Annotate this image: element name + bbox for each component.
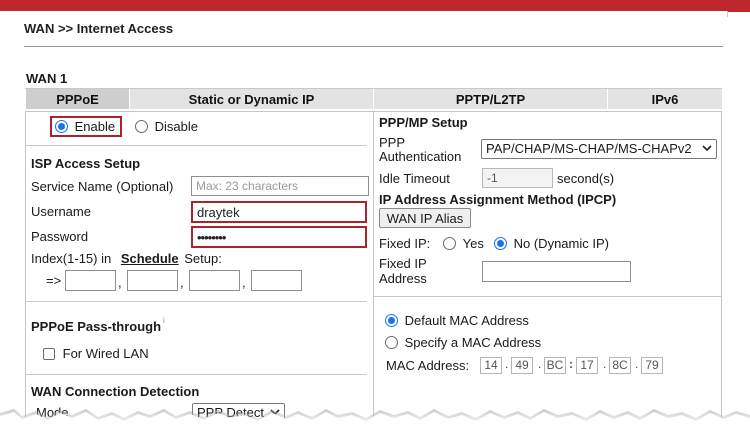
mac-octet-6[interactable]: 79 [641,357,663,374]
wcd-heading: WAN Connection Detection [31,384,200,399]
enable-label: Enable [74,119,116,134]
passthrough-heading: PPPoE Pass-through [31,319,162,334]
fixed-ip-yes-radio[interactable] [443,237,456,250]
section-title: WAN 1 [26,71,68,86]
mac-separator-3: : [569,357,573,371]
left-divider-2 [26,301,367,302]
wired-lan-option[interactable]: For Wired LAN [43,346,149,361]
fixed-ip-address-input[interactable] [482,261,631,282]
disable-radio-group[interactable]: Disable [135,119,198,134]
fixed-ip-address-label-line2: Address [379,271,427,286]
title-divider [24,46,723,47]
left-divider-3 [26,374,367,375]
username-input[interactable]: draytek [191,201,367,223]
specify-mac-option[interactable]: Specify a MAC Address [385,335,541,350]
auth-label-line1: PPP [379,135,406,150]
index-row: Index(1-15) in Schedule Setup: [31,251,222,266]
page-title: WAN >> Internet Access [24,21,174,36]
fixed-ip-no-radio[interactable] [494,237,507,250]
column-divider [373,112,374,438]
mac-octet-4[interactable]: 17 [576,357,598,374]
index-arrow: => [46,273,62,288]
idle-timeout-unit: second(s) [557,171,615,186]
disable-radio[interactable] [135,120,148,133]
service-name-label: Service Name (Optional) [31,179,174,194]
auth-label-line2: Authentication [379,149,462,164]
enable-radio[interactable] [55,120,68,133]
fixed-ip-no-option[interactable]: No (Dynamic IP) [494,236,609,251]
schedule-index-4[interactable] [251,270,302,291]
auth-select-value: PAP/CHAP/MS-CHAP/MS-CHAPv2 [486,141,692,156]
fixed-ip-yes-label: Yes [462,236,484,251]
schedule-index-3[interactable] [189,270,240,291]
default-mac-option[interactable]: Default MAC Address [385,313,529,328]
comma-2: , [180,275,184,290]
torn-edge [0,409,750,438]
mac-octet-3[interactable]: BC [544,357,566,374]
specify-mac-label: Specify a MAC Address [404,335,542,350]
fixed-ip-yes-option[interactable]: Yes [443,236,484,251]
schedule-link[interactable]: Schedule [121,251,179,266]
mac-octet-5[interactable]: 8C [609,357,631,374]
specify-mac-radio[interactable] [385,336,398,349]
mac-separator-2: . [538,357,542,371]
fixed-ip-no-label: No (Dynamic IP) [513,236,609,251]
index-prefix: Index(1-15) in [31,251,112,266]
auth-select[interactable]: PAP/CHAP/MS-CHAP/MS-CHAPv2 [481,139,717,159]
wired-lan-label: For Wired LAN [62,346,149,361]
service-name-input[interactable]: Max: 23 characters [191,176,369,196]
schedule-index-2[interactable] [127,270,178,291]
mac-separator-1: . [505,357,509,371]
pppmp-heading: PPP/MP Setup [379,115,468,130]
username-label: Username [31,204,91,219]
default-mac-radio[interactable] [385,314,398,327]
schedule-index-1[interactable] [65,270,116,291]
password-input[interactable]: •••••••• [191,226,367,248]
mac-octet-1[interactable]: 14 [480,357,502,374]
tab-pptp-l2tp[interactable]: PPTP/L2TP [373,89,607,109]
comma-3: , [242,275,246,290]
mac-separator-4: . [603,357,607,371]
comma-1: , [118,275,122,290]
tab-pppoe[interactable]: PPPoE [25,89,129,109]
right-divider [374,296,721,297]
default-mac-label: Default MAC Address [404,313,529,328]
chevron-down-icon [702,145,712,152]
top-bar-inner [0,11,728,17]
tab-ipv6[interactable]: IPv6 [607,89,722,109]
fixed-ip-address-label-line1: Fixed IP [379,256,427,271]
password-label: Password [31,229,89,244]
wired-lan-checkbox[interactable] [43,348,55,360]
wan-tabs: PPPoE Static or Dynamic IP PPTP/L2TP IPv… [25,88,722,109]
mac-address-label: MAC Address: [386,358,470,373]
enable-radio-group[interactable]: Enable [55,119,115,134]
info-icon: i [163,316,165,325]
disable-label: Disable [154,119,198,134]
mac-octet-2[interactable]: 49 [511,357,533,374]
wan-ip-alias-button[interactable]: WAN IP Alias [379,208,471,228]
tab-static-dynamic-ip[interactable]: Static or Dynamic IP [129,89,373,109]
idle-timeout-input[interactable]: -1 [482,168,553,188]
mac-separator-5: . [635,357,639,371]
left-divider-1 [26,145,367,146]
fixed-ip-label: Fixed IP: [379,236,431,251]
isp-heading: ISP Access Setup [31,156,141,171]
ipcp-heading: IP Address Assignment Method (IPCP) [379,192,617,207]
idle-timeout-label: Idle Timeout [379,171,450,186]
index-suffix: Setup: [184,251,222,266]
